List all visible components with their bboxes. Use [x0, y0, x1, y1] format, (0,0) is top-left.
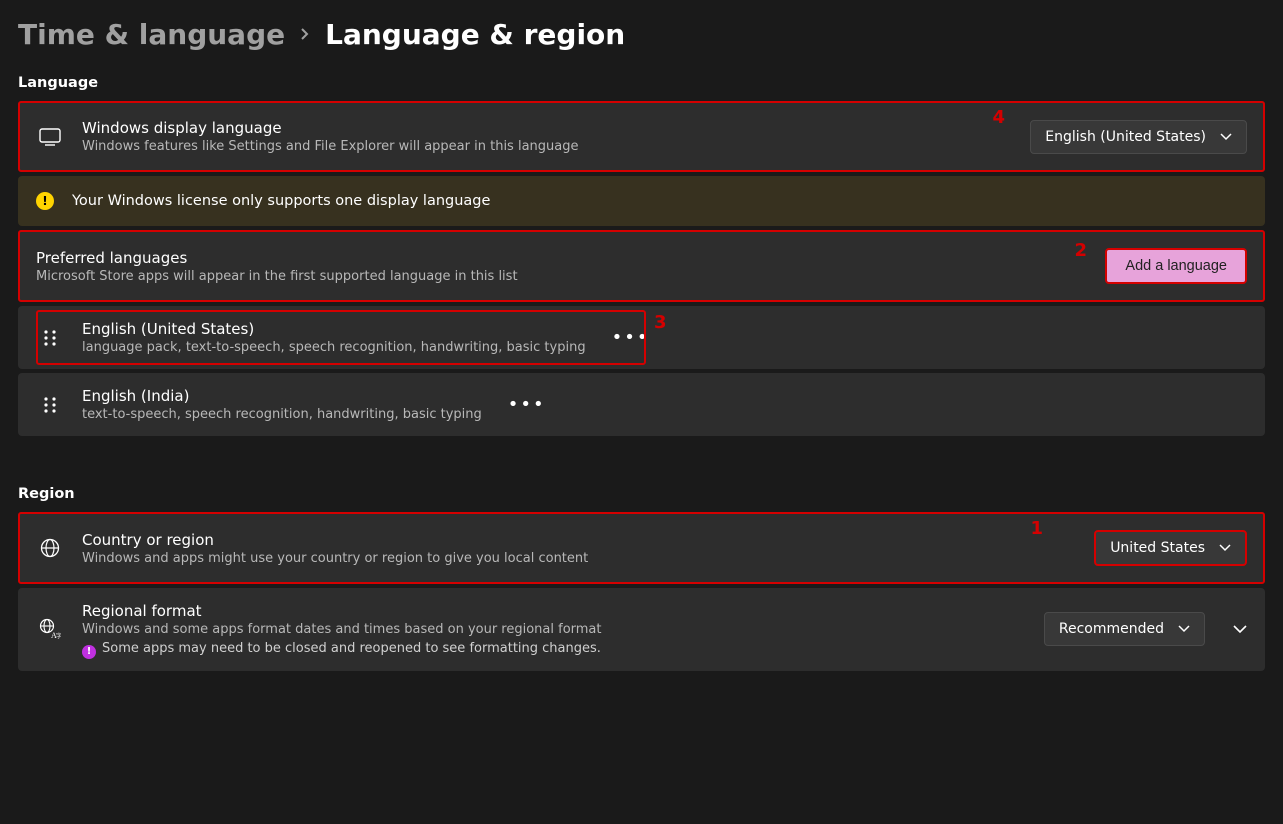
license-warning-card: ! Your Windows license only supports one…	[18, 176, 1265, 226]
regional-format-card[interactable]: A 字 Regional format Windows and some app…	[18, 588, 1265, 671]
country-region-card: Country or region Windows and apps might…	[18, 512, 1265, 584]
info-icon: !	[82, 645, 96, 659]
display-language-dropdown[interactable]: English (United States)	[1030, 120, 1247, 154]
section-label-region: Region	[18, 486, 1265, 502]
chevron-down-icon	[1220, 133, 1232, 141]
regional-format-note: Some apps may need to be closed and reop…	[102, 641, 601, 656]
regional-format-title: Regional format	[82, 602, 1026, 620]
regional-format-dropdown[interactable]: Recommended	[1044, 612, 1205, 646]
display-language-card: Windows display language Windows feature…	[18, 101, 1265, 172]
language-name: English (United States)	[82, 320, 586, 338]
chevron-right-icon	[299, 24, 311, 45]
drag-handle-icon[interactable]	[36, 329, 64, 347]
drag-handle-icon[interactable]	[36, 396, 64, 414]
country-region-dropdown[interactable]: United States	[1094, 530, 1247, 566]
more-options-button[interactable]: •••	[500, 390, 554, 419]
add-language-button[interactable]: Add a language	[1105, 248, 1247, 284]
more-options-button[interactable]: •••	[604, 323, 658, 352]
language-name: English (India)	[82, 387, 482, 405]
expand-chevron-icon[interactable]	[1233, 620, 1247, 639]
country-region-value: United States	[1110, 540, 1205, 556]
chevron-down-icon	[1178, 625, 1190, 633]
regional-format-note-line: ! Some apps may need to be closed and reo…	[82, 641, 1026, 657]
license-warning-text: Your Windows license only supports one d…	[72, 193, 490, 209]
language-item-0[interactable]: English (United States) language pack, t…	[18, 306, 1265, 369]
preferred-languages-card: Preferred languages Microsoft Store apps…	[18, 230, 1265, 302]
regional-format-value: Recommended	[1059, 621, 1164, 637]
language-item-1[interactable]: English (India) text-to-speech, speech r…	[18, 373, 1265, 436]
preferred-languages-subtitle: Microsoft Store apps will appear in the …	[36, 269, 1087, 284]
breadcrumb-parent[interactable]: Time & language	[18, 18, 285, 51]
country-region-title: Country or region	[82, 531, 1076, 549]
svg-text:字: 字	[56, 632, 61, 640]
display-language-title: Windows display language	[82, 119, 1012, 137]
country-region-subtitle: Windows and apps might use your country …	[82, 551, 1076, 566]
preferred-languages-title: Preferred languages	[36, 249, 1087, 267]
section-label-language: Language	[18, 75, 1265, 91]
display-language-subtitle: Windows features like Settings and File …	[82, 139, 1012, 154]
language-features: text-to-speech, speech recognition, hand…	[82, 407, 482, 422]
breadcrumb: Time & language Language & region	[18, 18, 1265, 51]
monitor-icon	[36, 128, 64, 146]
display-language-value: English (United States)	[1045, 129, 1206, 145]
chevron-down-icon	[1219, 544, 1231, 552]
globe-icon	[36, 538, 64, 558]
regional-format-subtitle: Windows and some apps format dates and t…	[82, 622, 1026, 637]
globe-text-icon: A 字	[36, 618, 64, 640]
warning-icon: !	[36, 192, 54, 210]
language-features: language pack, text-to-speech, speech re…	[82, 340, 586, 355]
breadcrumb-current: Language & region	[325, 18, 625, 51]
